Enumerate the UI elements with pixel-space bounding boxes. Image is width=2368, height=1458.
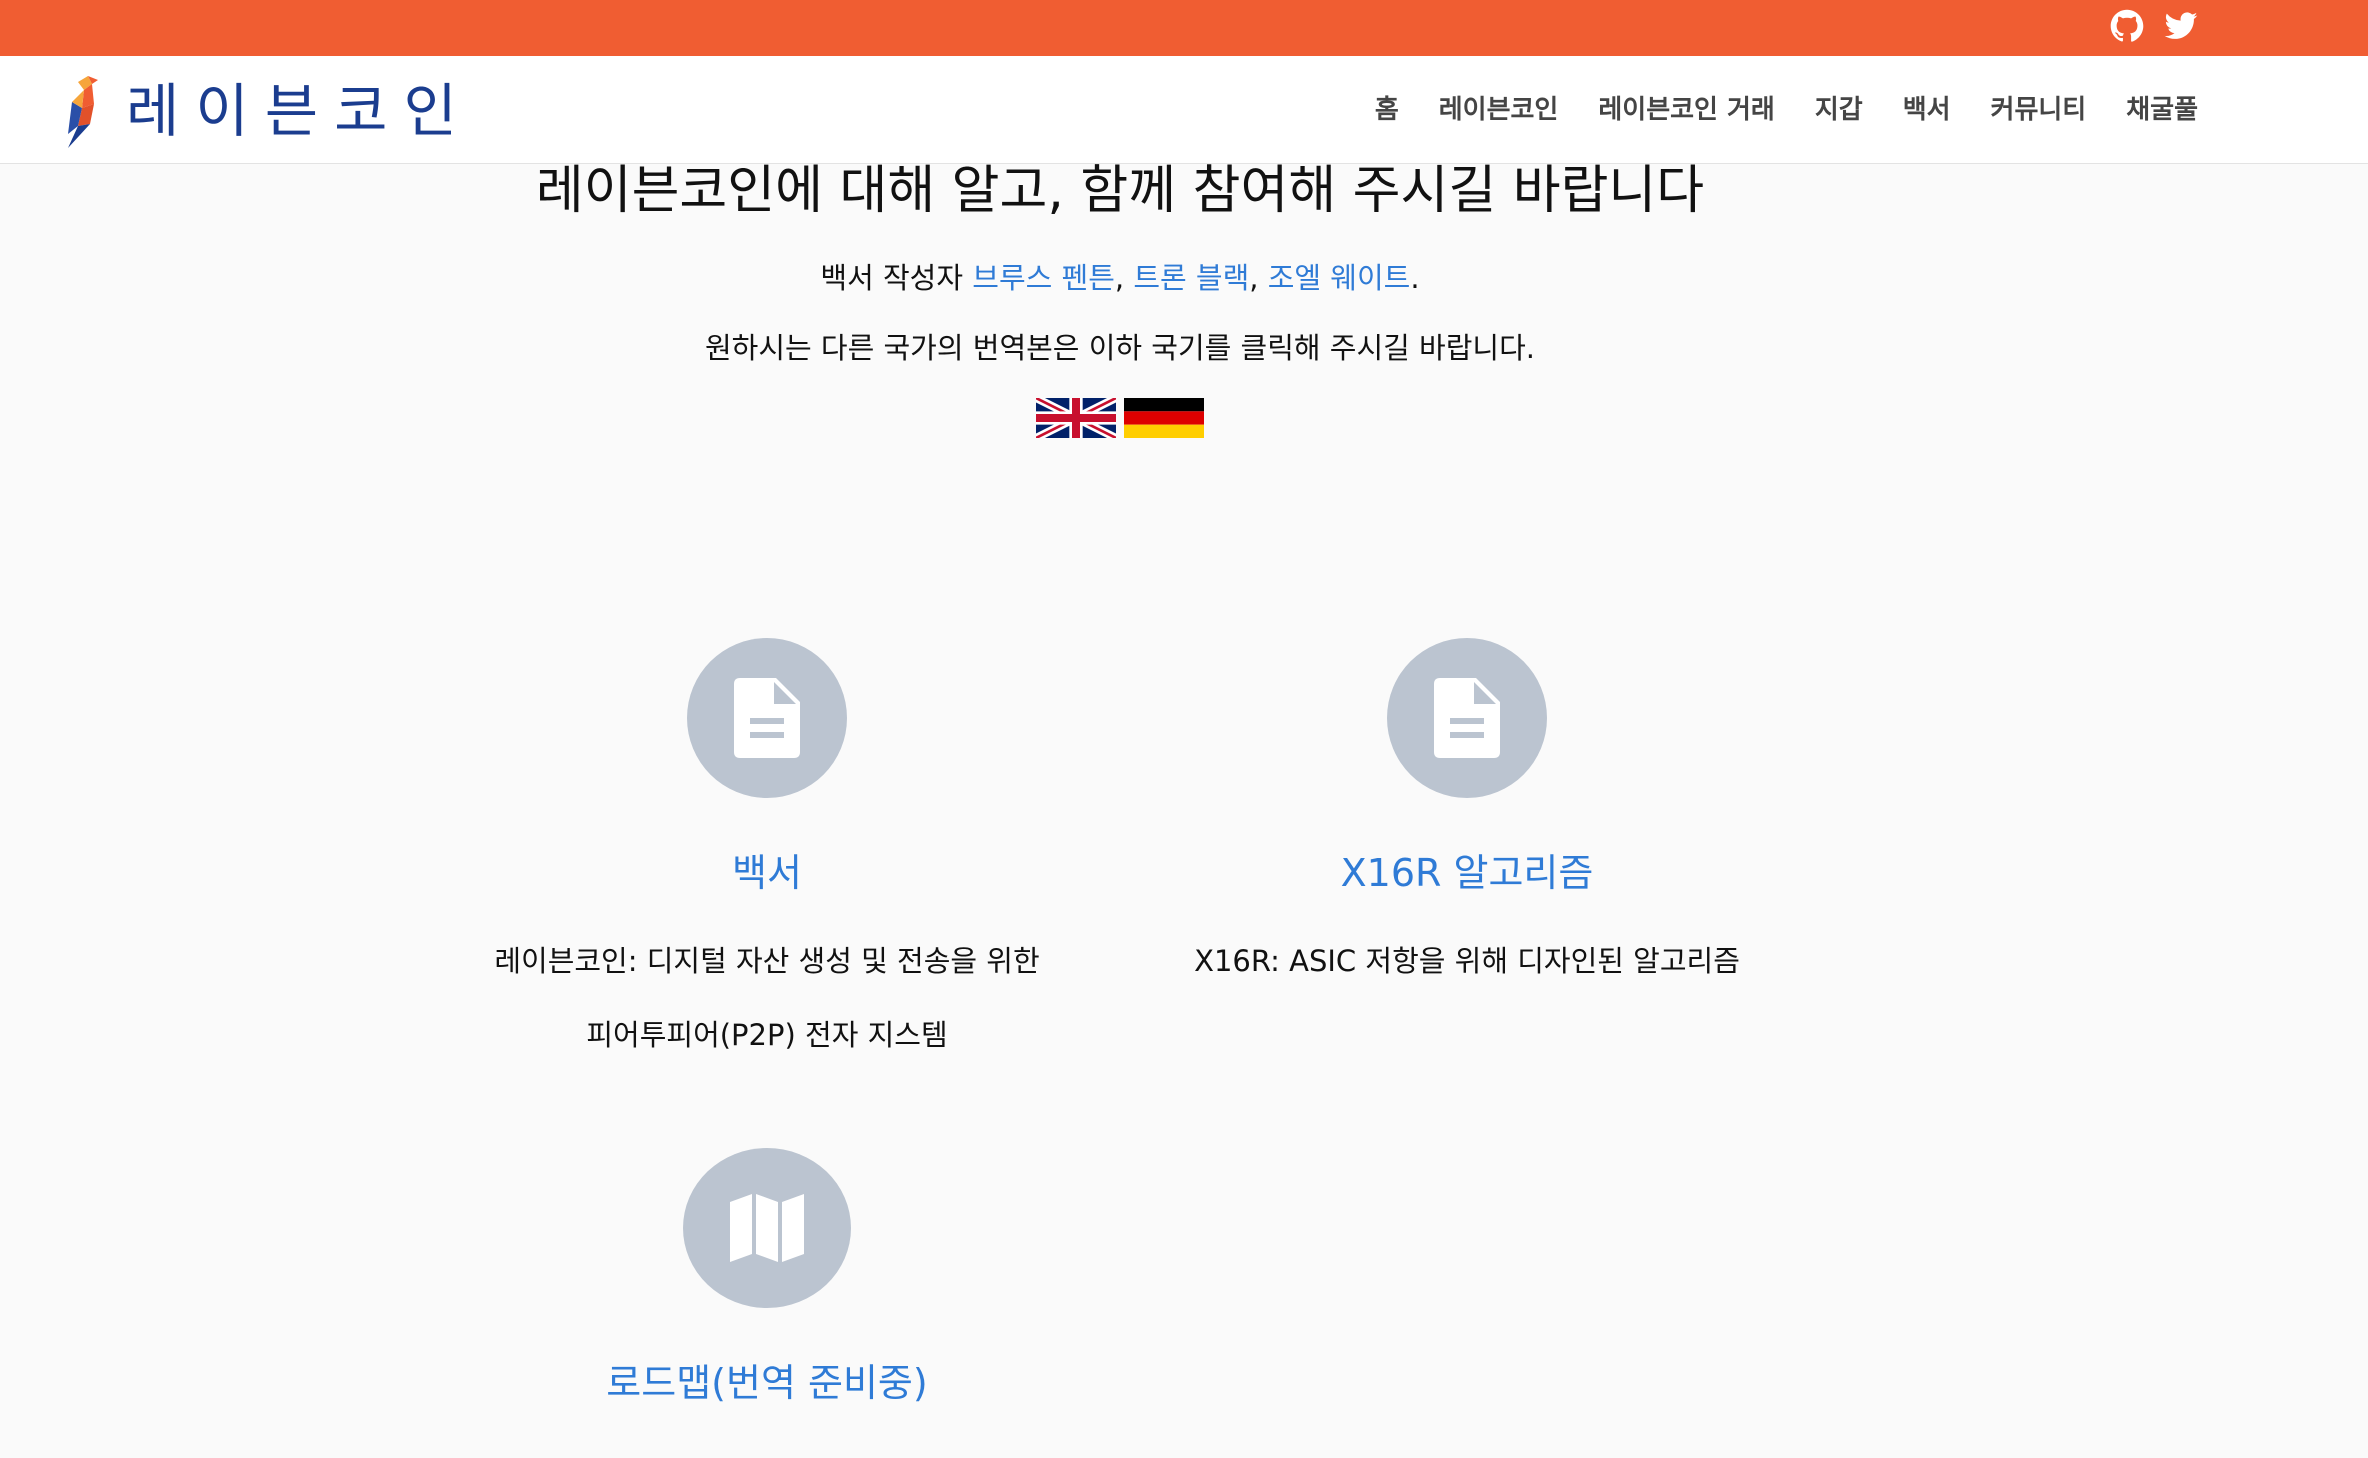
- brand-logo-link[interactable]: 레이븐코인: [58, 74, 473, 148]
- feature-title-x16r[interactable]: X16R 알고리즘: [1187, 848, 1747, 898]
- intro-section: 레이븐코인에 대해 알고, 함께 참여해 주시길 바랍니다 백서 작성자 브루스…: [380, 160, 1860, 438]
- whitepaper-icon-button[interactable]: [687, 638, 847, 798]
- feature-desc-line: 피어투피어(P2P) 전자 지스템: [586, 1018, 948, 1052]
- top-bar: [0, 0, 2368, 56]
- document-icon: [1434, 678, 1500, 758]
- nav-item-home[interactable]: 홈: [1375, 90, 1399, 130]
- document-icon: [734, 678, 800, 758]
- nav-item-community[interactable]: 커뮤니티: [1991, 90, 2087, 130]
- nav-item-wallet[interactable]: 지갑: [1815, 90, 1863, 130]
- twitter-icon: [2164, 12, 2198, 39]
- brand-name: 레이븐코인: [126, 77, 473, 145]
- map-icon: [730, 1194, 804, 1262]
- page-title: 레이븐코인에 대해 알고, 함께 참여해 주시길 바랍니다: [535, 161, 1705, 221]
- raven-logo-icon: [68, 76, 98, 148]
- feature-title-roadmap[interactable]: 로드맵(번역 준비중): [487, 1358, 1047, 1408]
- nav-item-ravencoin[interactable]: 레이븐코인: [1439, 90, 1559, 130]
- feature-desc-line: X16R: ASIC 저항을 위해 디자인된 알고리즘: [1194, 944, 1740, 978]
- main-menu: 홈 레이븐코인 레이븐코인 거래 지갑 백서 커뮤니티 채굴풀: [1375, 90, 2198, 130]
- authors-end: .: [1410, 261, 1420, 295]
- nav-item-trading[interactable]: 레이븐코인 거래: [1598, 90, 1775, 130]
- german-translation-link[interactable]: [1124, 398, 1204, 438]
- feature-desc-whitepaper: 레이븐코인: 디지털 자산 생성 및 전송을 위한 피어투피어(P2P) 전자 …: [487, 924, 1047, 1072]
- authors-separator: ,: [1114, 261, 1125, 295]
- authors-prefix: 백서 작성자: [820, 261, 964, 295]
- x16r-icon-button[interactable]: [1387, 638, 1547, 798]
- navbar: 레이븐코인 홈 레이븐코인 레이븐코인 거래 지갑 백서 커뮤니티 채굴풀: [0, 56, 2368, 164]
- author-link-bruce-fenton[interactable]: 브루스 펜튼: [972, 261, 1115, 295]
- github-icon: [2110, 9, 2144, 42]
- author-link-joel-weight[interactable]: 조엘 웨이트: [1268, 261, 1411, 295]
- germany-flag-icon: [1124, 398, 1204, 438]
- twitter-link[interactable]: [2164, 9, 2198, 43]
- feature-desc-line: 레이븐코인: 디지털 자산 생성 및 전송을 위한: [494, 944, 1040, 978]
- uk-flag-icon: [1036, 398, 1116, 438]
- feature-whitepaper: 백서 레이븐코인: 디지털 자산 생성 및 전송을 위한 피어투피어(P2P) …: [487, 638, 1047, 1072]
- feature-desc-x16r: X16R: ASIC 저항을 위해 디자인된 알고리즘: [1187, 924, 1747, 998]
- nav-item-whitepaper[interactable]: 백서: [1903, 90, 1951, 130]
- github-link[interactable]: [2110, 9, 2144, 43]
- feature-roadmap: 로드맵(번역 준비중): [487, 1148, 1047, 1408]
- feature-x16r: X16R 알고리즘 X16R: ASIC 저항을 위해 디자인된 알고리즘: [1187, 638, 1747, 998]
- author-link-tron-black[interactable]: 트론 블랙: [1133, 261, 1249, 295]
- roadmap-icon-button[interactable]: [683, 1148, 851, 1308]
- language-flags: [380, 398, 1860, 438]
- authors-line: 백서 작성자 브루스 펜튼, 트론 블랙, 조엘 웨이트.: [380, 258, 1860, 298]
- feature-title-whitepaper[interactable]: 백서: [487, 848, 1047, 898]
- nav-item-mining-pools[interactable]: 채굴풀: [2126, 90, 2198, 130]
- english-translation-link[interactable]: [1036, 398, 1116, 438]
- social-links: [2110, 9, 2198, 43]
- authors-separator: ,: [1249, 261, 1259, 295]
- language-note: 원하시는 다른 국가의 번역본은 이하 국기를 클릭해 주시길 바랍니다.: [704, 331, 1535, 365]
